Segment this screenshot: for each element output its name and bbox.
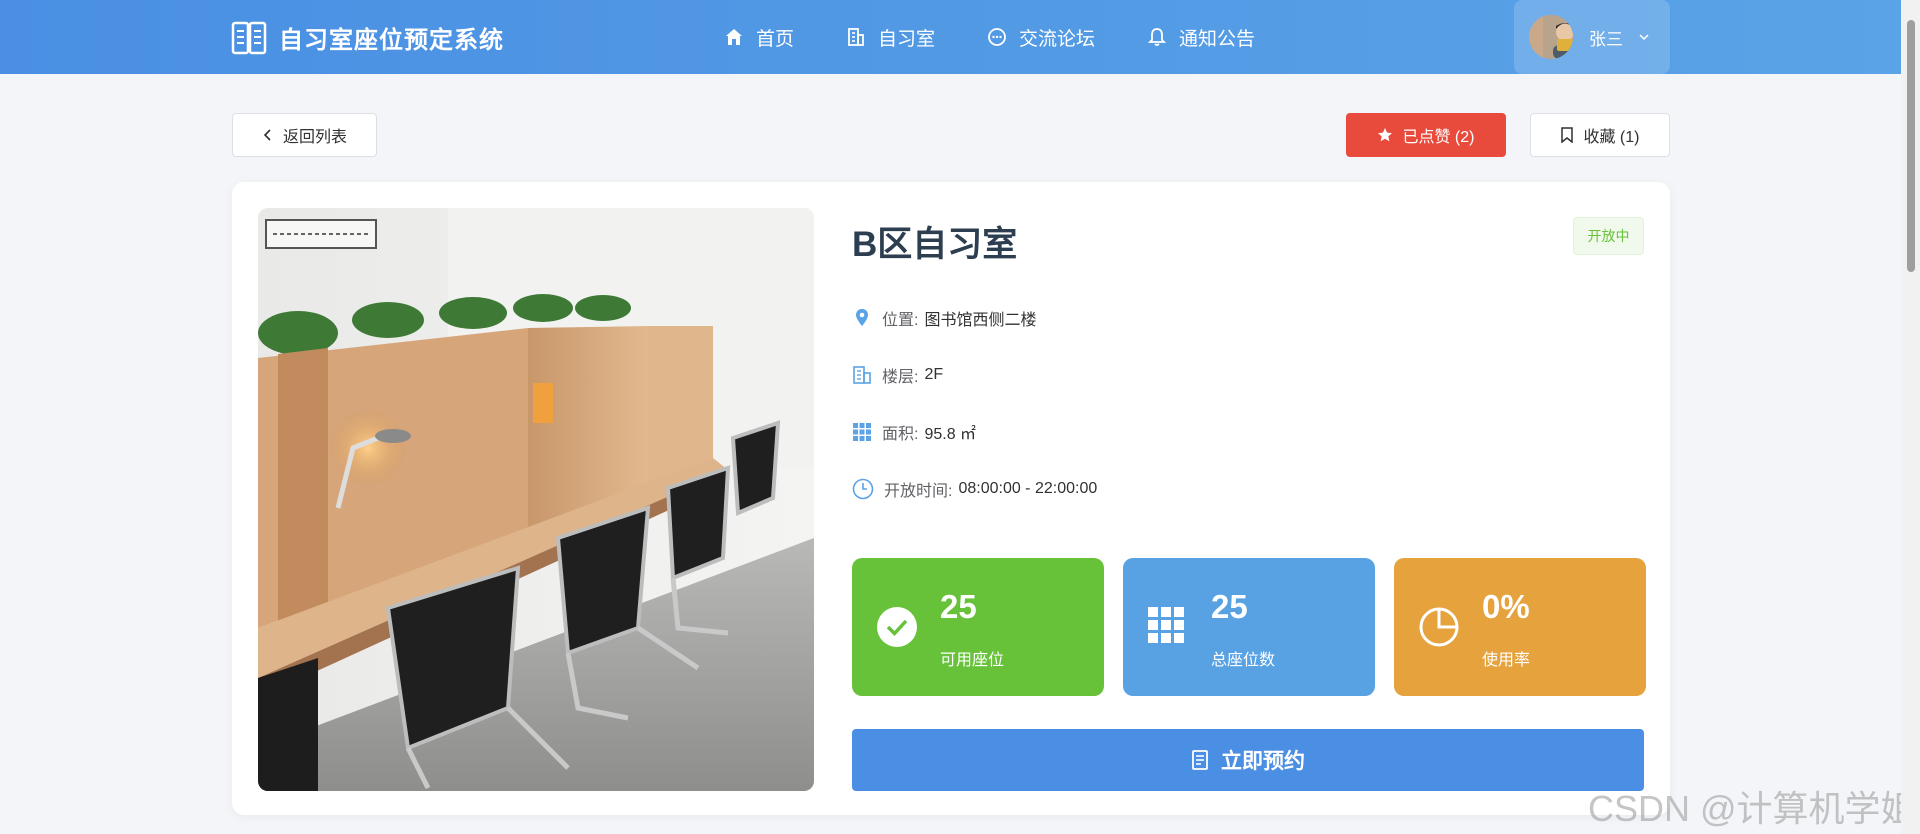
info-hours: 开放时间: 08:00:00 - 22:00:00: [852, 477, 1097, 501]
vertical-scrollbar[interactable]: [1901, 0, 1920, 834]
floor-value: 2F: [924, 366, 944, 383]
room-photo: [258, 208, 814, 791]
info-floor: 楼层: 2F: [852, 363, 943, 387]
check-circle-icon: [877, 607, 917, 647]
hours-value: 08:00:00 - 22:00:00: [958, 480, 1098, 497]
grid-icon: [853, 423, 871, 441]
stat-label: 使用率: [1482, 652, 1531, 669]
building-icon: [853, 366, 871, 384]
menu-item-label: 首页: [756, 28, 795, 50]
chevron-down-icon: [1639, 34, 1649, 41]
info-location: 位置: 图书馆西侧二楼: [852, 306, 1036, 330]
watermark: CSDN @计算机学姐: [1588, 788, 1917, 829]
star-icon: [1378, 128, 1393, 142]
bell-icon: [1147, 28, 1167, 46]
stat-value: 25: [1211, 588, 1248, 625]
like-button[interactable]: 已点赞 (2): [1346, 113, 1506, 157]
menu-item-label: 交流论坛: [1019, 28, 1096, 50]
menu-item-home[interactable]: 首页: [724, 24, 794, 51]
stat-label: 总座位数: [1211, 652, 1276, 669]
bookmark-icon: [1561, 127, 1574, 143]
reserve-label: 立即预约: [1221, 750, 1305, 773]
status-badge: 开放中: [1573, 217, 1644, 255]
menu-item-notices[interactable]: 通知公告: [1147, 24, 1255, 51]
location-pin-icon: [856, 309, 868, 326]
brand[interactable]: 自习室座位预定系统: [231, 20, 504, 55]
back-label: 返回列表: [282, 129, 347, 146]
favorite-button[interactable]: 收藏 (1): [1530, 113, 1670, 157]
menu-item-label: 通知公告: [1179, 28, 1256, 50]
stat-label: 可用座位: [940, 652, 1005, 669]
user-menu[interactable]: 张三: [1514, 0, 1670, 74]
location-label: 位置:: [882, 312, 919, 329]
menu-item-forum[interactable]: 交流论坛: [987, 24, 1095, 51]
main-menu: 首页 自习室 交流论坛 通知公告: [724, 0, 1307, 74]
stat-available-seats: 25 可用座位: [852, 558, 1104, 696]
top-navbar: 自习室座位预定系统 首页 自习室 交流论坛 通知公告 张三: [0, 0, 1901, 74]
like-label: 已点赞 (2): [1402, 129, 1475, 146]
info-area: 面积: 95.8 ㎡: [852, 420, 976, 444]
menu-item-study-room[interactable]: 自习室: [846, 24, 935, 51]
chevron-left-icon: [263, 129, 271, 141]
home-icon: [726, 29, 742, 45]
stat-value: 25: [940, 588, 977, 625]
menu-item-label: 自习室: [878, 28, 936, 50]
area-value: 95.8 ㎡: [924, 426, 977, 443]
room-detail-card: B区自习室 开放中 位置: 图书馆西侧二楼 楼层: 2F 面积: 95.8 ㎡ …: [232, 182, 1670, 815]
chat-icon: [988, 28, 1006, 46]
hours-label: 开放时间:: [884, 483, 953, 500]
scrollbar-thumb[interactable]: [1907, 20, 1915, 272]
user-name: 张三: [1589, 29, 1623, 49]
floor-label: 楼层:: [882, 369, 919, 386]
stat-value: 0%: [1482, 588, 1530, 625]
grid-icon: [1148, 607, 1184, 643]
book-icon: [231, 21, 267, 54]
stat-total-seats: 25 总座位数: [1123, 558, 1375, 696]
pie-chart-icon: [1419, 607, 1459, 647]
room-name: B区自习室: [852, 225, 1018, 264]
building-icon: [848, 28, 864, 46]
back-to-list-button[interactable]: 返回列表: [232, 113, 377, 157]
stat-usage-rate: 0% 使用率: [1394, 558, 1646, 696]
avatar: [1529, 15, 1573, 59]
location-value: 图书馆西侧二楼: [924, 312, 1037, 329]
document-icon: [1192, 750, 1208, 770]
reserve-now-button[interactable]: 立即预约: [852, 729, 1644, 791]
clock-icon: [852, 478, 874, 500]
area-label: 面积:: [882, 426, 919, 443]
app-title: 自习室座位预定系统: [279, 27, 504, 54]
favorite-label: 收藏 (1): [1583, 129, 1640, 146]
